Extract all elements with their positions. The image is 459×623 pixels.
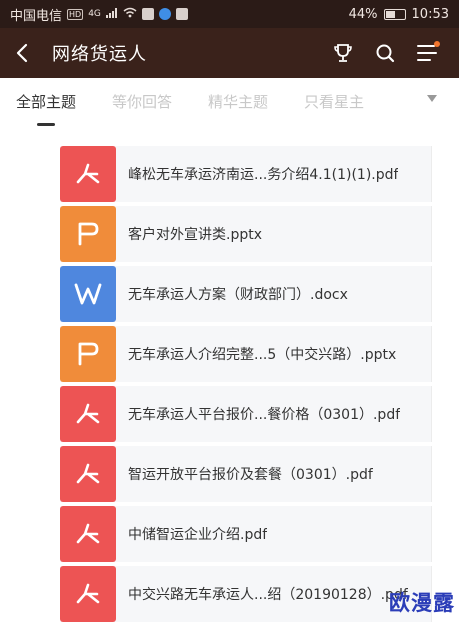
- topic-tabs: 全部主题 等你回答 精华主题 只看星主: [0, 78, 459, 126]
- file-item[interactable]: 无车承运人平台报价...餐价格（0301）.pdf: [60, 386, 432, 442]
- pdf-icon: [60, 386, 116, 442]
- tab-all-topics[interactable]: 全部主题: [16, 91, 76, 126]
- file-item[interactable]: 无车承运人介绍完整...5（中交兴路）.pptx: [60, 326, 432, 382]
- carrier-label: 中国电信: [10, 8, 63, 24]
- file-name: 无车承运人平台报价...餐价格（0301）.pdf: [128, 407, 401, 423]
- pdf-icon: [60, 146, 116, 202]
- watermark: 欧漫露: [389, 591, 455, 615]
- back-icon: [16, 43, 28, 63]
- clock: 10:53: [411, 6, 449, 22]
- signal-icon: [105, 7, 118, 22]
- search-icon: [376, 44, 395, 63]
- tab-waiting-answer[interactable]: 等你回答: [112, 91, 172, 112]
- page-title: 网络货运人: [52, 44, 147, 65]
- doc-icon: [60, 266, 116, 322]
- pdf-icon: [60, 446, 116, 502]
- file-item[interactable]: 中交兴路无车承运人...绍（20190128）.pdf: [60, 566, 432, 622]
- file-item[interactable]: 无车承运人方案（财政部门）.docx: [60, 266, 432, 322]
- file-item[interactable]: 峰松无车承运济南运...务介绍4.1(1)(1).pdf: [60, 146, 432, 202]
- file-name: 无车承运人介绍完整...5（中交兴路）.pptx: [128, 347, 397, 363]
- notification-dot: [434, 41, 440, 47]
- file-name: 智运开放平台报价及套餐（0301）.pdf: [128, 467, 373, 483]
- file-item[interactable]: 中储智运企业介绍.pdf: [60, 506, 432, 562]
- file-name: 客户对外宣讲类.pptx: [128, 227, 262, 243]
- trophy-icon: [334, 44, 352, 62]
- dropdown-arrow-icon[interactable]: [427, 95, 437, 102]
- app-notification-icon: [158, 8, 171, 20]
- tab-featured[interactable]: 精华主题: [208, 91, 268, 112]
- ppt-icon: [60, 206, 116, 262]
- battery-icon: [383, 8, 406, 20]
- wifi-icon: [123, 7, 137, 22]
- battery-percent: 44%: [348, 6, 378, 22]
- menu-button[interactable]: [413, 39, 441, 67]
- hd-badge: HD: [67, 8, 84, 20]
- file-name: 无车承运人方案（财政部门）.docx: [128, 287, 348, 303]
- pdf-icon: [60, 566, 116, 622]
- status-bar: 中国电信 HD 4G 44% 10:53: [0, 0, 459, 28]
- app-header: 网络货运人: [0, 28, 459, 78]
- tab-owner-only[interactable]: 只看星主: [304, 91, 364, 112]
- file-name: 中储智运企业介绍.pdf: [128, 527, 268, 543]
- app-notification-icon: [141, 8, 154, 20]
- file-item[interactable]: 客户对外宣讲类.pptx: [60, 206, 432, 262]
- active-tab-indicator: [37, 122, 55, 126]
- app-notification-icon: [175, 8, 188, 20]
- search-button[interactable]: [371, 39, 399, 67]
- file-list: 峰松无车承运济南运...务介绍4.1(1)(1).pdf 客户对外宣讲类.ppt…: [60, 146, 432, 623]
- file-name: 中交兴路无车承运人...绍（20190128）.pdf: [128, 587, 408, 603]
- signal-label: 4G: [88, 9, 101, 19]
- trophy-button[interactable]: [329, 39, 357, 67]
- file-item[interactable]: 智运开放平台报价及套餐（0301）.pdf: [60, 446, 432, 502]
- back-button[interactable]: [0, 28, 44, 78]
- file-name: 峰松无车承运济南运...务介绍4.1(1)(1).pdf: [128, 167, 399, 183]
- pdf-icon: [60, 506, 116, 562]
- ppt-icon: [60, 326, 116, 382]
